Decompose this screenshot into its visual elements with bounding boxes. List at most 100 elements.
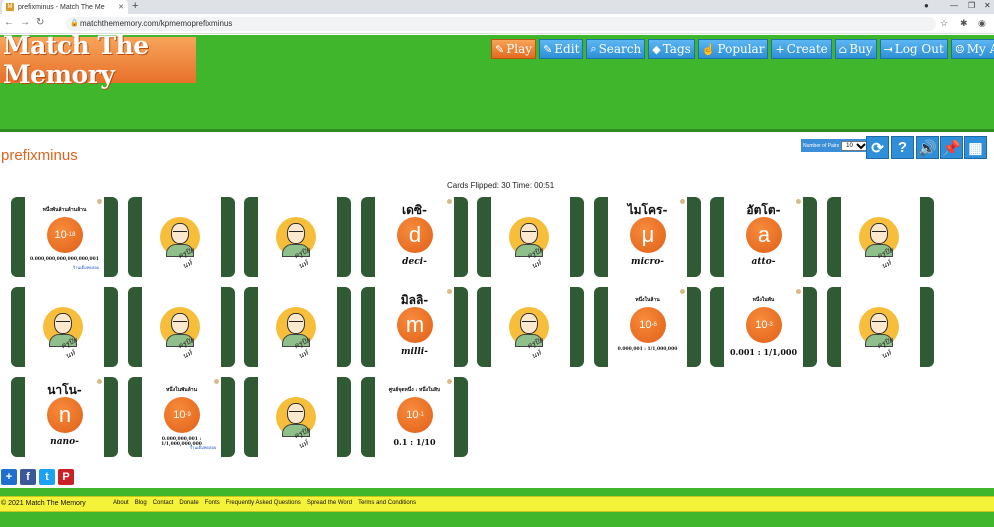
page-title: prefixminus: [1, 147, 78, 164]
reload-icon[interactable]: ↻: [36, 17, 44, 28]
nav-icon: ⇥: [883, 42, 893, 56]
avatar[interactable]: ◉: [978, 18, 986, 29]
memory-card[interactable]: หนึ่งพันล้านล้านล้าน 10 -18 0.000,000,000,0…: [11, 197, 118, 277]
extensions-icon[interactable]: ✱: [960, 18, 968, 29]
nav-popular-button[interactable]: ☝ Popular: [697, 39, 769, 59]
forward-icon[interactable]: →: [20, 17, 30, 28]
memory-card[interactable]: ครูปิยนท์: [244, 287, 351, 367]
pin-icon: 📌: [942, 139, 961, 157]
minimize-icon[interactable]: —: [950, 1, 958, 10]
power-base: 10: [639, 319, 652, 331]
memory-card[interactable]: ครูปิยนท์: [128, 197, 235, 277]
card-edge: [244, 377, 258, 457]
nav-my-account-button[interactable]: ☺My Account: [950, 39, 994, 59]
card-edge: [570, 197, 584, 277]
memory-card[interactable]: ศูนย์จุดหนึ่ง : หนึ่งในสิบ 10 -1 0.1 : 1/10: [361, 377, 468, 457]
footer-link[interactable]: Contact: [153, 500, 174, 506]
memory-card[interactable]: หนึ่งในล้าน 10 -6 0.000,001 : 1/1,000,000: [594, 287, 701, 367]
card-edge: [827, 287, 841, 367]
grid-button[interactable]: ▦: [964, 136, 987, 159]
nav-icon: ☝: [701, 42, 716, 56]
power-base: 10: [755, 319, 768, 331]
memory-card[interactable]: อัตโต-a atto-: [710, 197, 817, 277]
memory-card[interactable]: ครูปิยนท์: [827, 287, 934, 367]
memory-card[interactable]: ครูปิยนท์: [11, 287, 118, 367]
footer-link[interactable]: Fonts: [205, 500, 220, 506]
memory-card[interactable]: ครูปิยนท์: [477, 287, 584, 367]
nav-tags-button[interactable]: ◆ Tags: [648, 39, 695, 59]
lock-icon: 🔒: [70, 20, 79, 27]
nav-search-button[interactable]: ⌕ Search: [586, 39, 646, 59]
footer-link[interactable]: Terms and Conditions: [358, 500, 416, 506]
memory-card[interactable]: ครูปิยนท์: [827, 197, 934, 277]
memory-card[interactable]: หนึ่งในพัน 10 -3 0.001 : 1/1,000: [710, 287, 817, 367]
nav-log-out-button[interactable]: ⇥ Log Out: [879, 39, 948, 59]
card-face: ศูนย์จุดหนึ่ง : หนึ่งในสิบ 10 -1 0.1 : 1/10: [375, 377, 454, 457]
star-icon[interactable]: ☆: [940, 18, 948, 29]
pin-button[interactable]: 📌: [940, 136, 963, 159]
maximize-icon[interactable]: ❐: [968, 1, 975, 10]
card-bottom-text: deci-: [402, 257, 427, 267]
card-face: ครูปิยนท์: [491, 287, 570, 367]
card-dot: [680, 289, 685, 294]
nav-edit-button[interactable]: ✎ Edit: [539, 39, 584, 59]
memory-card[interactable]: ครูปิยนท์: [128, 287, 235, 367]
nav-create-button[interactable]: + Create: [771, 39, 832, 59]
card-edge: [104, 197, 118, 277]
nav-label: My Account: [966, 42, 994, 56]
pairs-selector: Number of Pairs 10: [801, 139, 872, 152]
memory-card[interactable]: ครูปิยนท์: [244, 197, 351, 277]
memory-card[interactable]: มิลลิ- m milli-: [361, 287, 468, 367]
card-bottom-text: milli-: [401, 347, 428, 357]
card-face: ครูปิยนท์: [841, 197, 920, 277]
power-base: 10: [173, 409, 186, 421]
prefix-symbol: n: [58, 402, 72, 427]
site-logo[interactable]: Match The Memory: [0, 31, 196, 89]
url-field[interactable]: 🔒 matchthememory.com/kpmemoprefixminus: [66, 17, 936, 31]
memory-card[interactable]: ไมโคร-μ micro-: [594, 197, 701, 277]
share-button-1[interactable]: f: [20, 469, 36, 485]
tab-close-icon[interactable]: ✕: [118, 3, 124, 11]
memory-card[interactable]: ครูปิยนท์: [244, 377, 351, 457]
card-edge: [687, 197, 701, 277]
memory-card[interactable]: เดซิ- d deci-: [361, 197, 468, 277]
footer-link[interactable]: About: [113, 500, 129, 506]
prefix-symbol: m: [405, 312, 425, 337]
nav-play-button[interactable]: ✎ Play: [491, 39, 537, 59]
footer-link[interactable]: Blog: [135, 500, 147, 506]
share-button-0[interactable]: +: [1, 469, 17, 485]
power-circle: 10 -3: [746, 307, 782, 343]
back-icon[interactable]: ←: [4, 17, 14, 28]
teacher-portrait: ครูปิยนท์: [859, 217, 899, 270]
card-face: ครูปิยนท์: [841, 287, 920, 367]
share-button-2[interactable]: t: [39, 469, 55, 485]
card-edge: [221, 287, 235, 367]
footer-link[interactable]: Frequently Asked Questions: [226, 500, 301, 506]
card-edge: [11, 197, 25, 277]
browser-tab[interactable]: M prefixminus - Match The Me ✕: [2, 0, 128, 14]
grid-icon: ▦: [968, 139, 983, 157]
nav-buy-button[interactable]: ⌂ Buy: [834, 39, 877, 59]
card-edge: [361, 197, 375, 277]
footer-link[interactable]: Donate: [179, 500, 198, 506]
help-button[interactable]: ?: [891, 136, 914, 159]
share-button-3[interactable]: P: [58, 469, 74, 485]
memory-card[interactable]: ครูปิยนท์: [477, 197, 584, 277]
profile-icon[interactable]: ●: [924, 1, 929, 10]
restart-button[interactable]: ⟳: [866, 136, 889, 159]
card-dot: [97, 199, 102, 204]
card-face: หนึ่งในพันล้าน 10 -9 0.000,000,001 : 1/1,00…: [142, 377, 221, 457]
site-header: Match The Memory ✎ Play ✎ Edit ⌕ Search ◆ Tags ☝…: [0, 31, 994, 132]
nav-label: Log Out: [894, 42, 944, 56]
footer-link[interactable]: Spread the Word: [307, 500, 352, 506]
pairs-label: Number of Pairs: [803, 142, 840, 149]
memory-card[interactable]: นาโน-n nano-: [11, 377, 118, 457]
memory-card[interactable]: หนึ่งในพันล้าน 10 -9 0.000,000,001 : 1/1,00…: [128, 377, 235, 457]
card-face: หนึ่งในล้าน 10 -6 0.000,001 : 1/1,000,000: [608, 287, 687, 367]
card-edge: [128, 377, 142, 457]
prefix-circle: m: [397, 307, 433, 343]
sound-button[interactable]: 🔊: [916, 136, 939, 159]
new-tab-icon[interactable]: +: [132, 0, 138, 13]
close-window-icon[interactable]: ✕: [984, 1, 991, 10]
card-edge: [11, 287, 25, 367]
